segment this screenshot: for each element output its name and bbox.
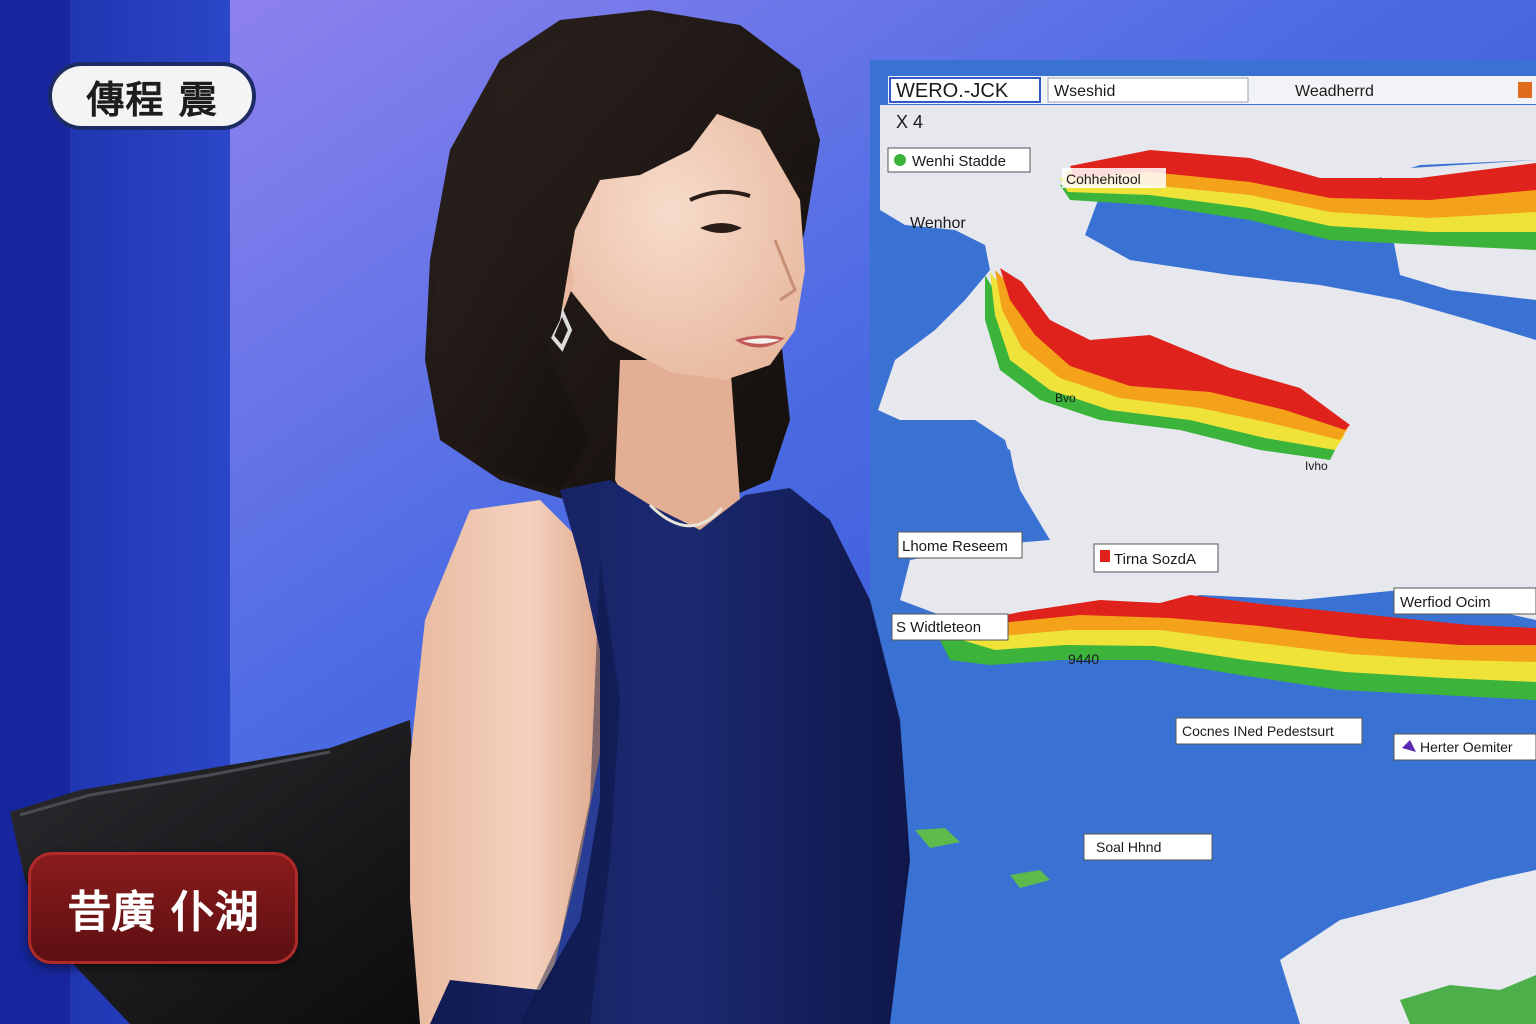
map-brand: WERO.-JCK <box>896 80 1009 102</box>
map-header-left: Wseshid <box>1054 83 1115 100</box>
label-herter-oemter: Herter Oemiter <box>1420 739 1513 755</box>
label-ivho: Ivho <box>1305 459 1328 473</box>
label-wenhor: Wenhor <box>910 215 966 232</box>
weather-map: WERO.-JCK Wseshid Weadherrd X 4 Wenhi St… <box>870 60 1536 1024</box>
label-marker-green <box>894 154 906 166</box>
map-scale-text: X 4 <box>896 112 923 132</box>
label-bvo: Bvo <box>1055 391 1076 405</box>
label-tirna-sozdla: Tirna SozdA <box>1114 551 1196 568</box>
label-cocnes-pedestsurt: Cocnes INed Pedestsurt <box>1182 723 1334 739</box>
channel-logo-badge: 傳程 震 <box>48 62 256 130</box>
label-werfiod-ocim: Werfiod Ocim <box>1400 594 1491 611</box>
map-alert-icon <box>1518 82 1532 98</box>
label-thome-reseem: Lhome Reseem <box>902 538 1008 555</box>
label-s-wildlenteon: S Widtleteon <box>896 619 981 636</box>
map-header-right: Weadherrd <box>1295 83 1374 100</box>
label-soal-hhnd: Soal Hhnd <box>1096 839 1161 855</box>
label-940: 9440 <box>1068 651 1099 667</box>
caption-text: 昔廣 仆湖 <box>67 887 259 938</box>
label-marker-red <box>1100 550 1110 562</box>
label-werni-stadde: Wenhi Stadde <box>912 153 1006 170</box>
label-cohhehitool: Cohhehitool <box>1066 171 1141 187</box>
channel-logo-text: 傳程 震 <box>86 77 218 122</box>
caption-badge: 昔廣 仆湖 <box>28 852 298 964</box>
